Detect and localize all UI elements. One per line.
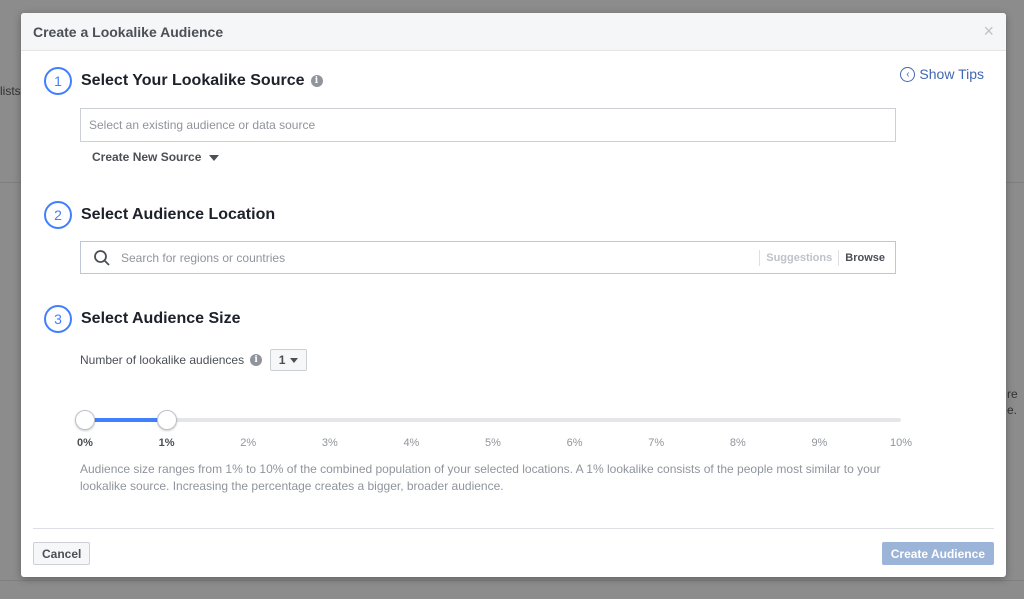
show-tips-label: Show Tips [919,66,984,82]
footer-divider [33,528,994,529]
lookalike-source-input[interactable]: Select an existing audience or data sour… [80,108,896,142]
create-audience-button[interactable]: Create Audience [881,542,994,565]
step-1-header: 1 Select Your Lookalike Source i [44,67,323,95]
slider-fill [85,418,167,422]
slider-tick-label: 3% [321,437,338,449]
slider-handle-min[interactable] [75,410,95,430]
selected-value: 1 [278,353,286,367]
show-tips-link[interactable]: ‹ Show Tips [900,66,984,82]
slider-tick-label: 4% [403,437,420,449]
slider-tick-label: 1% [158,437,175,449]
info-icon[interactable]: i [250,354,263,366]
number-of-audiences-label: Number of lookalike audiences [80,353,245,367]
slider-handle-max[interactable] [156,410,177,430]
slider-tick-label: 7% [648,437,665,449]
slider-tick-label: 5% [485,437,501,449]
step-title: Select Audience Size [81,310,241,327]
background-text: re [1007,387,1018,401]
close-icon[interactable]: × [983,21,994,42]
slider-tick-label: 2% [240,437,257,449]
slider-tick-label: 0% [77,437,93,449]
number-of-audiences-select[interactable]: 1 [270,349,308,371]
background-text: lists [0,84,21,98]
source-placeholder: Select an existing audience or data sour… [89,118,316,132]
info-icon[interactable]: i [310,75,323,87]
number-of-audiences-row: Number of lookalike audiences i 1 [80,349,308,371]
step-3-header: 3 Select Audience Size [44,305,240,333]
modal-title: Create a Lookalike Audience [33,23,224,40]
step-number: 2 [44,201,72,229]
audience-size-description: Audience size ranges from 1% to 10% of t… [80,462,881,493]
slider-tick-label: 6% [566,437,583,449]
slider-tick-label: 8% [729,437,746,449]
location-search-input[interactable]: Search for regions or countries Suggesti… [80,241,896,274]
cancel-button[interactable]: Cancel [33,542,91,565]
audience-size-slider[interactable] [75,410,901,430]
slider-tick-label: 10% [889,437,913,449]
step-title: Select Your Lookalike Source [81,72,305,89]
background-text: e. [1007,403,1018,417]
slider-tick-label: 9% [811,437,828,449]
lookalike-audience-modal: Create a Lookalike Audience × ‹ Show Tip… [21,13,1006,577]
create-new-source-label: Create New Source [92,150,202,164]
location-placeholder: Search for regions or countries [121,250,286,265]
step-title: Select Audience Location [81,206,276,223]
search-icon [94,249,110,266]
modal-header: Create a Lookalike Audience × [21,13,1006,51]
suggestions-tab[interactable]: Suggestions [766,252,832,264]
background-divider [0,580,1024,581]
divider [838,249,840,266]
step-2-header: 2 Select Audience Location [44,201,275,229]
browse-tab[interactable]: Browse [845,252,885,264]
create-new-source-dropdown[interactable]: Create New Source [92,150,220,164]
chevron-left-circle-icon: ‹ [900,66,916,82]
step-number: 1 [44,67,72,95]
caret-down-icon [290,357,299,363]
step-number: 3 [44,305,72,333]
caret-down-icon [209,154,220,161]
divider [759,249,761,266]
